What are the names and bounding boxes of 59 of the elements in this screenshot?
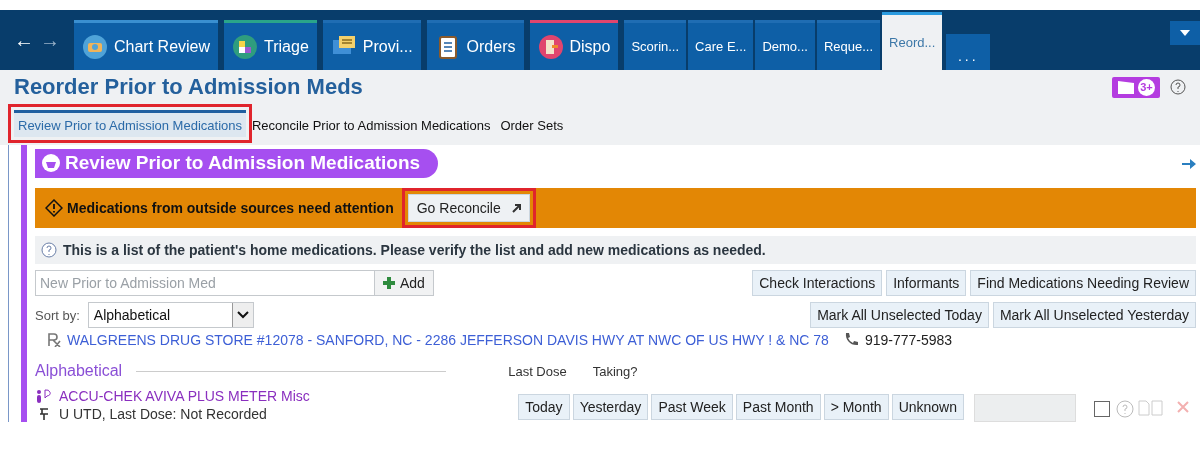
more-tabs[interactable]: ... — [946, 34, 991, 70]
section-header: Review Prior to Admission Medications — [35, 149, 439, 178]
tab[interactable]: Scorin... — [624, 20, 687, 70]
group-heading: Alphabetical — [35, 362, 123, 380]
external-link-icon — [510, 203, 521, 213]
last-dose-button[interactable]: Past Week — [651, 394, 733, 420]
subtab[interactable]: Reconcile Prior to Admission Medications — [248, 110, 495, 137]
toolbar-button[interactable]: Find Medications Needing Review — [970, 270, 1196, 296]
mark-button[interactable]: Mark All Unselected Today — [810, 302, 989, 328]
taking-checkbox[interactable] — [1094, 401, 1110, 417]
info-text: This is a list of the patient's home medications. Please verify the list and add new medications as needed. — [63, 242, 766, 258]
help-icon — [41, 242, 57, 258]
sort-dropdown[interactable]: Alphabetical — [87, 302, 254, 328]
last-dose-button[interactable]: Today — [518, 394, 570, 420]
medication-detail: U UTD, Last Dose: Not Recorded — [59, 406, 267, 422]
tab[interactable]: Reque... — [816, 20, 881, 70]
caret-icon — [231, 303, 253, 327]
tab[interactable]: Triage — [224, 20, 317, 70]
tab-icon — [232, 33, 259, 60]
dropdown-button[interactable] — [1170, 21, 1200, 45]
tab[interactable]: Demo... — [755, 20, 815, 70]
tab-icon — [537, 33, 564, 60]
rx-icon — [47, 333, 61, 347]
tab[interactable]: Dispo — [529, 20, 619, 70]
toolbar-button[interactable]: Check Interactions — [752, 270, 883, 296]
tab[interactable]: Reord... — [882, 12, 943, 70]
subtab[interactable]: Order Sets — [496, 110, 568, 137]
last-dose-field[interactable] — [974, 394, 1076, 422]
last-dose-button[interactable]: Unknown — [891, 394, 964, 420]
notification-badge[interactable]: 3+ — [1112, 76, 1160, 98]
plus-icon — [383, 277, 395, 289]
toolbar-button[interactable]: Informants — [886, 270, 967, 296]
help-icon[interactable] — [1170, 79, 1186, 95]
arrow-icon[interactable] — [1182, 157, 1196, 170]
column-header: Taking? — [592, 363, 638, 379]
alert-text: Medications from outside sources need attention — [67, 200, 394, 216]
last-dose-button[interactable]: Past Month — [735, 394, 821, 420]
forward-button[interactable]: → — [40, 28, 60, 52]
tab[interactable]: Orders — [426, 20, 524, 70]
last-dose-button[interactable]: > Month — [823, 394, 889, 420]
mortar-icon — [41, 153, 61, 173]
sort-label: Sort by: — [35, 307, 80, 323]
pharmacy-link[interactable]: WALGREENS DRUG STORE #12078 - SANFORD, NC - 2286 JEFFERSON DAVIS HWY AT NWC OF US HWY ! & NC 78 — [67, 332, 829, 348]
mark-button[interactable]: Mark All Unselected Yesterday — [992, 302, 1196, 328]
go-reconcile-button[interactable]: Go Reconcile — [407, 194, 530, 222]
back-button[interactable]: ← — [14, 28, 34, 52]
add-button[interactable]: Add — [375, 270, 434, 296]
tab[interactable]: Provi... — [322, 20, 421, 70]
caret-icon — [1180, 30, 1190, 36]
tab-icon — [82, 33, 108, 60]
medication-name[interactable]: ACCU-CHEK AVIVA PLUS METER Misc — [59, 388, 310, 404]
tab[interactable]: Chart Review — [74, 20, 219, 70]
new-med-field[interactable]: New Prior to Admission Med — [35, 270, 375, 296]
tab[interactable]: Care E... — [688, 20, 754, 70]
page-title: Reorder Prior to Admission Meds — [14, 74, 364, 100]
warning-icon — [45, 199, 63, 217]
phone-number: 919-777-5983 — [864, 332, 953, 348]
column-header: Last Dose — [508, 363, 567, 379]
last-dose-button[interactable]: Yesterday — [572, 394, 649, 420]
